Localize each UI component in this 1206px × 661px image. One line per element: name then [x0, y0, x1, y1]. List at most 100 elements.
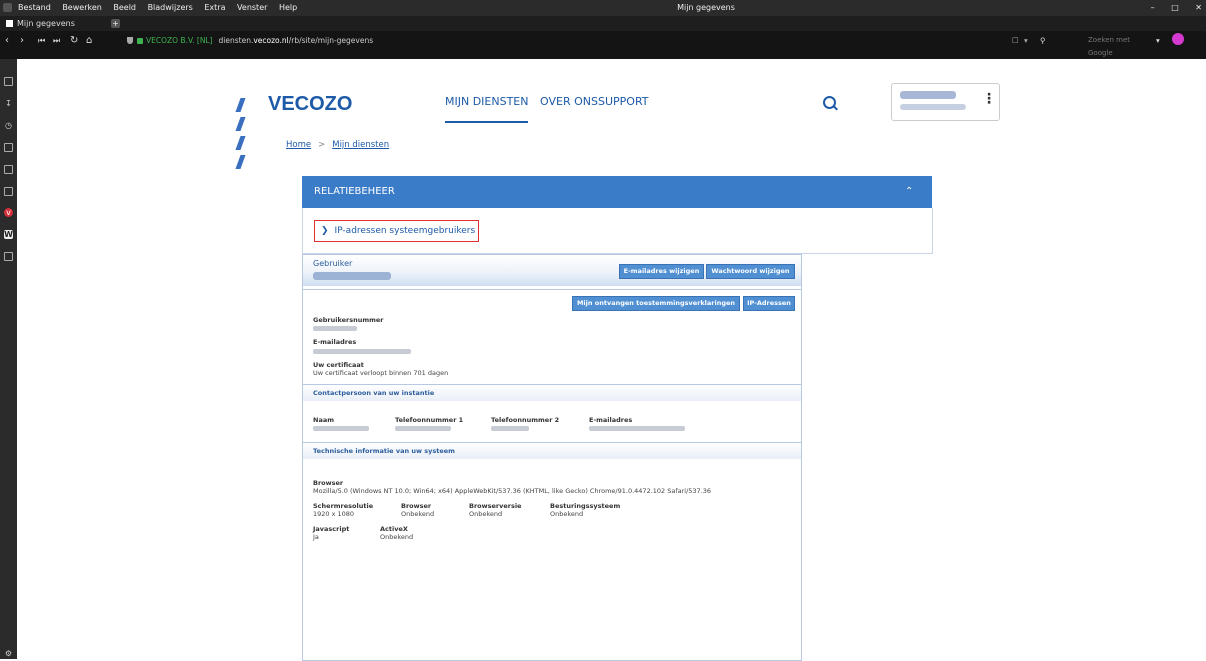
tech-label-browser: Browser	[401, 502, 432, 510]
contact-phone1-redacted	[395, 426, 451, 431]
tech-value-browser-version: Onbekend	[469, 510, 503, 518]
tech-label-os: Besturingssysteem	[550, 502, 621, 510]
rewind-icon[interactable]: ⏮	[38, 33, 45, 49]
tech-label-resolution: Schermresolutie	[313, 502, 374, 510]
tech-label-activex: ActiveX	[380, 525, 408, 533]
url-domain: vecozo.nl	[253, 36, 289, 45]
nav-over-ons[interactable]: OVER ONS	[540, 94, 598, 110]
maximize-icon[interactable]: □	[1171, 3, 1179, 12]
notes-panel-icon[interactable]	[4, 143, 13, 152]
navigation-bar: ‹ › ⏮ ⏭ ↻ ⌂ VECOZO B.V. [NL] diensten.vec…	[0, 31, 1206, 89]
os-menubar: Bestand Bewerken Beeld Bladwijzers Extra…	[0, 0, 1206, 16]
tech-value-activex: Onbekend	[380, 533, 414, 541]
page-icon	[6, 20, 13, 27]
window-controls: – □ ✕	[1137, 0, 1202, 16]
chevron-up-icon[interactable]: ⌃	[905, 176, 913, 208]
reload-icon[interactable]: ↻	[70, 33, 78, 49]
permissions-button[interactable]: Mijn ontvangen toestemmingsverklaringen	[572, 296, 740, 311]
logo-bars-icon	[235, 97, 246, 173]
change-password-button[interactable]: Wachtwoord wijzigen	[706, 264, 795, 279]
shield-icon[interactable]	[127, 37, 133, 44]
browser-sidebar: ↧ ◷ v W ⚙	[0, 59, 17, 659]
ip-adressen-link-label: IP-adressen systeemgebruikers	[334, 226, 476, 236]
contact-section-title: Contactpersoon van uw instantie	[303, 384, 801, 401]
contact-col-naam: Naam	[313, 416, 334, 424]
wikipedia-icon[interactable]: W	[4, 230, 13, 239]
contact-col-telefoon-2: Telefoonnummer 2	[491, 416, 560, 424]
history-panel-icon[interactable]: ◷	[4, 121, 13, 130]
certificate-org: VECOZO B.V. [NL]	[146, 36, 213, 45]
vivaldi-icon[interactable]: v	[4, 208, 13, 217]
tech-label-browser-version: Browserversie	[469, 502, 522, 510]
minimize-icon[interactable]: –	[1151, 3, 1155, 12]
user-org-redacted	[900, 104, 966, 110]
lock-icon[interactable]	[137, 38, 143, 44]
breadcrumb: Home > Mijn diensten	[286, 140, 389, 150]
tech-value-javascript: Ja	[313, 533, 319, 541]
user-label: Gebruiker	[313, 259, 353, 268]
back-icon[interactable]: ‹	[5, 33, 9, 49]
contact-name-redacted	[313, 426, 369, 431]
close-icon[interactable]: ✕	[1195, 3, 1202, 12]
new-tab-icon[interactable]: +	[111, 19, 120, 28]
tech-value-resolution: 1920 x 1080	[313, 510, 355, 518]
change-email-button[interactable]: E-mailadres wijzigen	[619, 264, 704, 279]
tech-section-label: Technische informatie van uw systeem	[313, 447, 455, 455]
chevron-right-icon: ❯	[321, 226, 329, 236]
tech-value-os: Onbekend	[550, 510, 584, 518]
address-bar[interactable]: VECOZO B.V. [NL] diensten.vecozo.nl/rb/si…	[127, 33, 373, 49]
relatiebeheer-title: RELATIEBEHEER	[314, 186, 395, 197]
tab-mijn-gegevens[interactable]: Mijn gegevens	[6, 16, 75, 31]
url-prefix: diensten.	[218, 36, 254, 45]
search-icon[interactable]	[823, 96, 836, 109]
search-dropdown-icon[interactable]: ▾	[1156, 33, 1160, 49]
ip-adressen-link[interactable]: ❯ IP-adressen systeemgebruikers	[314, 220, 479, 242]
user-name-redacted	[313, 272, 391, 280]
fast-forward-icon[interactable]: ⏭	[53, 33, 60, 49]
add-panel-icon[interactable]	[4, 252, 13, 261]
downloads-panel-icon[interactable]: ↧	[4, 99, 13, 108]
user-agent: Mozilla/5.0 (Windows NT 10.0; Win64; x64…	[313, 487, 712, 495]
tab-bar: Mijn gegevens +	[0, 16, 1206, 31]
contact-col-email: E-mailadres	[589, 416, 633, 424]
nav-mijn-diensten[interactable]: MIJN DIENSTEN	[445, 94, 529, 123]
relatiebeheer-body: ❯ IP-adressen systeemgebruikers	[302, 208, 933, 254]
tech-value-browser: Onbekend	[401, 510, 435, 518]
contact-col-telefoon-1: Telefoonnummer 1	[395, 416, 464, 424]
tab-title: Mijn gegevens	[17, 19, 75, 28]
relatiebeheer-header[interactable]: RELATIEBEHEER ⌃	[302, 176, 932, 208]
forward-icon[interactable]: ›	[20, 33, 24, 49]
nav-support[interactable]: SUPPORT	[598, 94, 649, 110]
settings-icon[interactable]: ⚙	[4, 649, 13, 658]
breadcrumb-separator: >	[318, 140, 326, 150]
bookmark-icon[interactable]: ☐	[1012, 33, 1019, 49]
home-icon[interactable]: ⌂	[86, 33, 92, 49]
profile-icon[interactable]	[1172, 33, 1184, 45]
bookmarks-panel-icon[interactable]	[4, 77, 13, 86]
tech-section-title: Technische informatie van uw systeem	[303, 442, 801, 459]
account-panel: Gebruiker E-mailadres wijzigen Wachtwoor…	[302, 254, 802, 661]
contact-phone2-redacted	[491, 426, 529, 431]
reading-panel-icon[interactable]	[4, 187, 13, 196]
more-options-icon[interactable]: ⋮	[982, 92, 996, 106]
tech-label-javascript: Javascript	[313, 525, 350, 533]
window-title: Mijn gegevens	[677, 3, 735, 12]
breadcrumb-home[interactable]: Home	[286, 140, 311, 150]
window-panel-icon[interactable]	[4, 165, 13, 174]
breadcrumb-mijn-diensten[interactable]: Mijn diensten	[332, 140, 389, 150]
user-number-redacted	[313, 326, 357, 331]
web-page: VECOZO MIJN DIENSTEN OVER ONS SUPPORT ⋮ …	[17, 59, 1206, 661]
url-path: /rb/site/mijn-gegevens	[288, 36, 374, 45]
certificate-label: Uw certificaat	[313, 361, 364, 369]
dropdown-icon[interactable]: ▾	[1024, 33, 1028, 49]
search-engine-icon[interactable]: ⚲	[1040, 33, 1046, 49]
divider	[303, 289, 801, 290]
user-menu[interactable]: ⋮	[891, 83, 1000, 121]
ip-addresses-button[interactable]: IP-Adressen	[743, 296, 795, 311]
user-header: Gebruiker E-mailadres wijzigen Wachtwoor…	[303, 255, 801, 286]
logo-text: VECOZO	[268, 93, 353, 115]
search-input[interactable]: Zoeken met Google	[1088, 34, 1152, 57]
email-label: E-mailadres	[313, 338, 357, 346]
contact-email-redacted	[589, 426, 685, 431]
email-redacted	[313, 349, 411, 354]
